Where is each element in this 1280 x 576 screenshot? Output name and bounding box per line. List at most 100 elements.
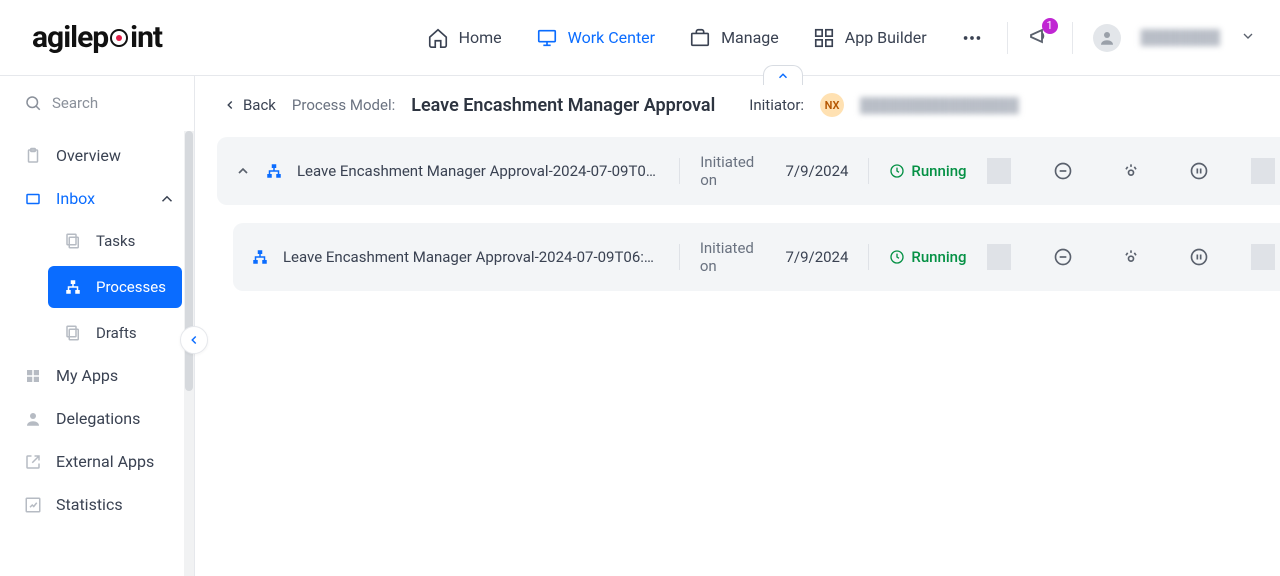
sidebar-item-my-apps[interactable]: My Apps [0, 354, 194, 397]
notification-badge: 1 [1042, 18, 1058, 34]
process-row[interactable]: Leave Encashment Manager Approval-2024-0… [233, 223, 1280, 291]
initiated-label: Initiated on [700, 239, 772, 275]
monitor-icon [536, 27, 558, 49]
cancel-button[interactable] [1041, 247, 1085, 267]
initiated-date: 7/9/2024 [785, 162, 848, 180]
more-icon [961, 27, 983, 49]
copy-icon [64, 232, 82, 250]
sidebar-inbox-children: Tasks Processes Drafts [0, 220, 194, 354]
cancel-icon [1053, 247, 1073, 267]
briefcase-icon [689, 27, 711, 49]
divider [1251, 244, 1275, 270]
sidebar-item-tasks[interactable]: Tasks [24, 220, 194, 262]
apps-icon [24, 367, 42, 385]
sidebar-item-overview[interactable]: Overview [0, 134, 194, 177]
pause-icon [1189, 161, 1209, 181]
initiator-label: Initiator: [749, 96, 804, 114]
initiated-date: 7/9/2024 [785, 248, 848, 266]
grid-icon [813, 27, 835, 49]
home-icon [427, 27, 449, 49]
status-badge: Running [889, 162, 966, 180]
chevron-up-icon [158, 190, 176, 208]
clipboard-icon [24, 147, 42, 165]
sidebar-item-processes[interactable]: Processes [48, 266, 182, 308]
process-model-label: Process Model: [292, 96, 395, 114]
target-icon [109, 28, 129, 48]
sitemap-icon [251, 248, 269, 266]
chevron-left-icon [223, 98, 237, 112]
sitemap-icon [265, 162, 283, 180]
external-link-icon [24, 453, 42, 471]
row-actions [981, 244, 1280, 270]
back-button[interactable]: Back [223, 96, 276, 114]
process-rows: Leave Encashment Manager Approval-2024-0… [195, 129, 1280, 299]
sidebar-item-external-apps[interactable]: External Apps [0, 440, 194, 483]
back-label: Back [243, 96, 276, 114]
main: Search Overview Inbox Tasks [0, 76, 1280, 576]
sidebar-item-inbox[interactable]: Inbox [0, 177, 194, 220]
expand-panel-button[interactable] [763, 65, 803, 85]
divider [679, 158, 680, 184]
view-button[interactable] [1109, 247, 1153, 267]
nav-home-label: Home [459, 28, 502, 47]
nav-home[interactable]: Home [427, 27, 502, 49]
sidebar-label: Drafts [96, 324, 137, 342]
search-icon [24, 94, 42, 112]
divider [868, 158, 869, 184]
nav-manage[interactable]: Manage [689, 27, 779, 49]
sidebar-label: Delegations [56, 409, 140, 428]
chevron-down-icon [1240, 28, 1256, 44]
sitemap-icon [64, 278, 82, 296]
nav-manage-label: Manage [721, 28, 779, 47]
sidebar-label: Overview [56, 146, 121, 165]
sidebar-label: Statistics [56, 495, 123, 514]
notifications-button[interactable]: 1 [1028, 24, 1052, 52]
sidebar: Search Overview Inbox Tasks [0, 76, 195, 576]
pause-button[interactable] [1177, 247, 1221, 267]
avatar[interactable] [1093, 24, 1121, 52]
logo-text-pre: agilep [32, 20, 108, 55]
view-button[interactable] [1109, 161, 1153, 181]
cancel-button[interactable] [1041, 161, 1085, 181]
sidebar-item-drafts[interactable]: Drafts [24, 312, 194, 354]
nav-more[interactable] [961, 27, 983, 49]
sidebar-item-delegations[interactable]: Delegations [0, 397, 194, 440]
search-placeholder: Search [52, 94, 98, 112]
divider [987, 244, 1011, 270]
status-text: Running [911, 248, 966, 266]
user-icon [1098, 29, 1116, 47]
divider [1007, 22, 1008, 54]
user-icon [24, 410, 42, 428]
content: Back Process Model: Leave Encashment Man… [195, 76, 1280, 576]
row-toggle[interactable] [235, 163, 251, 179]
main-nav: Home Work Center Manage App Builder [427, 27, 983, 49]
user-menu-toggle[interactable] [1240, 28, 1256, 48]
nav-app-builder[interactable]: App Builder [813, 27, 927, 49]
cancel-icon [1053, 161, 1073, 181]
process-row[interactable]: Leave Encashment Manager Approval-2024-0… [217, 137, 1280, 205]
nav-work-center-label: Work Center [568, 28, 655, 47]
copy-icon [64, 324, 82, 342]
nav-right: 1 ████████ [1007, 22, 1256, 54]
initiated-label: Initiated on [700, 153, 771, 189]
logo-mark [109, 28, 129, 48]
inbox-icon [24, 190, 42, 208]
divider [868, 244, 869, 270]
sidebar-items: Overview Inbox Tasks Processes [0, 126, 194, 572]
logo: agilep int [32, 20, 162, 55]
pause-button[interactable] [1177, 161, 1221, 181]
process-name: Leave Encashment Manager Approval-2024-0… [283, 248, 659, 266]
divider [679, 244, 680, 270]
nav-app-builder-label: App Builder [845, 28, 927, 47]
search-input[interactable]: Search [0, 90, 194, 126]
process-icon [265, 162, 283, 180]
status-badge: Running [889, 248, 966, 266]
eye-icon [1121, 161, 1141, 181]
divider [1072, 22, 1073, 54]
clock-icon [889, 249, 905, 265]
nav-work-center[interactable]: Work Center [536, 27, 655, 49]
chevron-up-icon [235, 163, 251, 179]
sidebar-item-statistics[interactable]: Statistics [0, 483, 194, 526]
initiator-name: ████████████████ [860, 97, 1019, 114]
chevron-up-icon [776, 69, 790, 83]
